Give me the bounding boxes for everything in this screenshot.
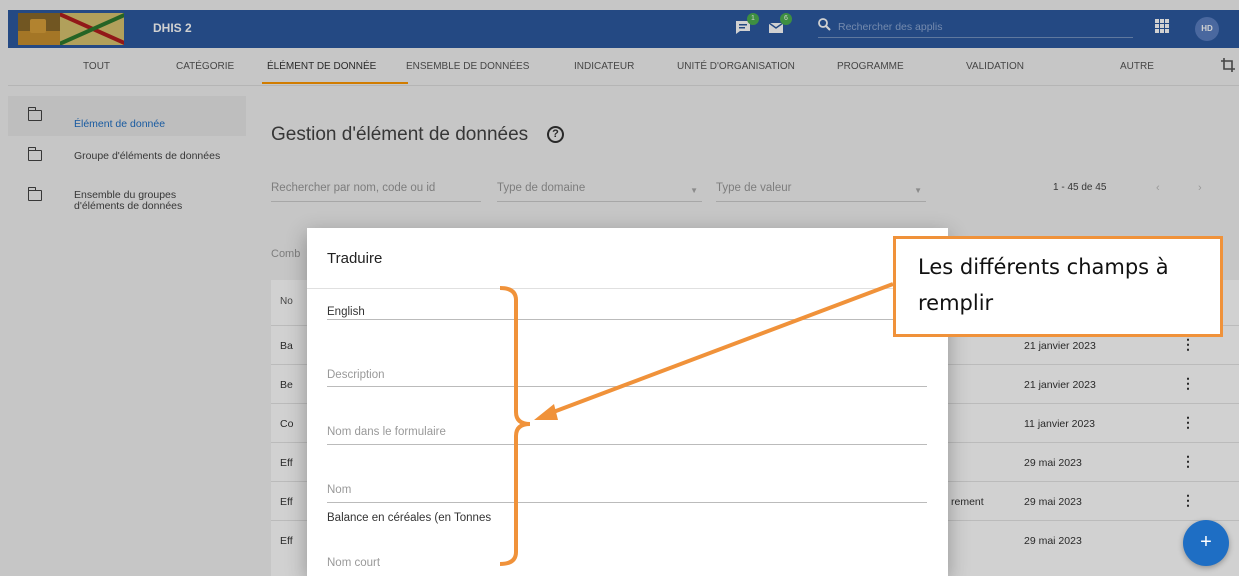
translate-dialog: Traduire English Description Nom dans le… <box>307 228 948 576</box>
short-name-label: Nom court <box>327 557 381 569</box>
short-name-field[interactable]: Nom court <box>327 557 927 576</box>
language-select[interactable]: English <box>327 302 927 320</box>
name-field-value[interactable]: Balance en céréales (en Tonnes <box>327 512 491 524</box>
annotation-text: Les différents champs à remplir <box>918 255 1169 315</box>
name-field[interactable]: Nom <box>327 484 927 503</box>
name-label: Nom <box>327 484 352 496</box>
language-value: English <box>327 306 365 318</box>
description-label: Description <box>327 369 385 381</box>
dialog-title: Traduire <box>327 250 383 267</box>
form-name-field[interactable]: Nom dans le formulaire <box>327 426 927 445</box>
dialog-divider <box>307 288 948 289</box>
add-button[interactable]: + <box>1183 520 1229 566</box>
form-name-label: Nom dans le formulaire <box>327 426 446 438</box>
description-field[interactable]: Description <box>327 369 927 387</box>
annotation-callout: Les différents champs à remplir <box>893 236 1223 337</box>
